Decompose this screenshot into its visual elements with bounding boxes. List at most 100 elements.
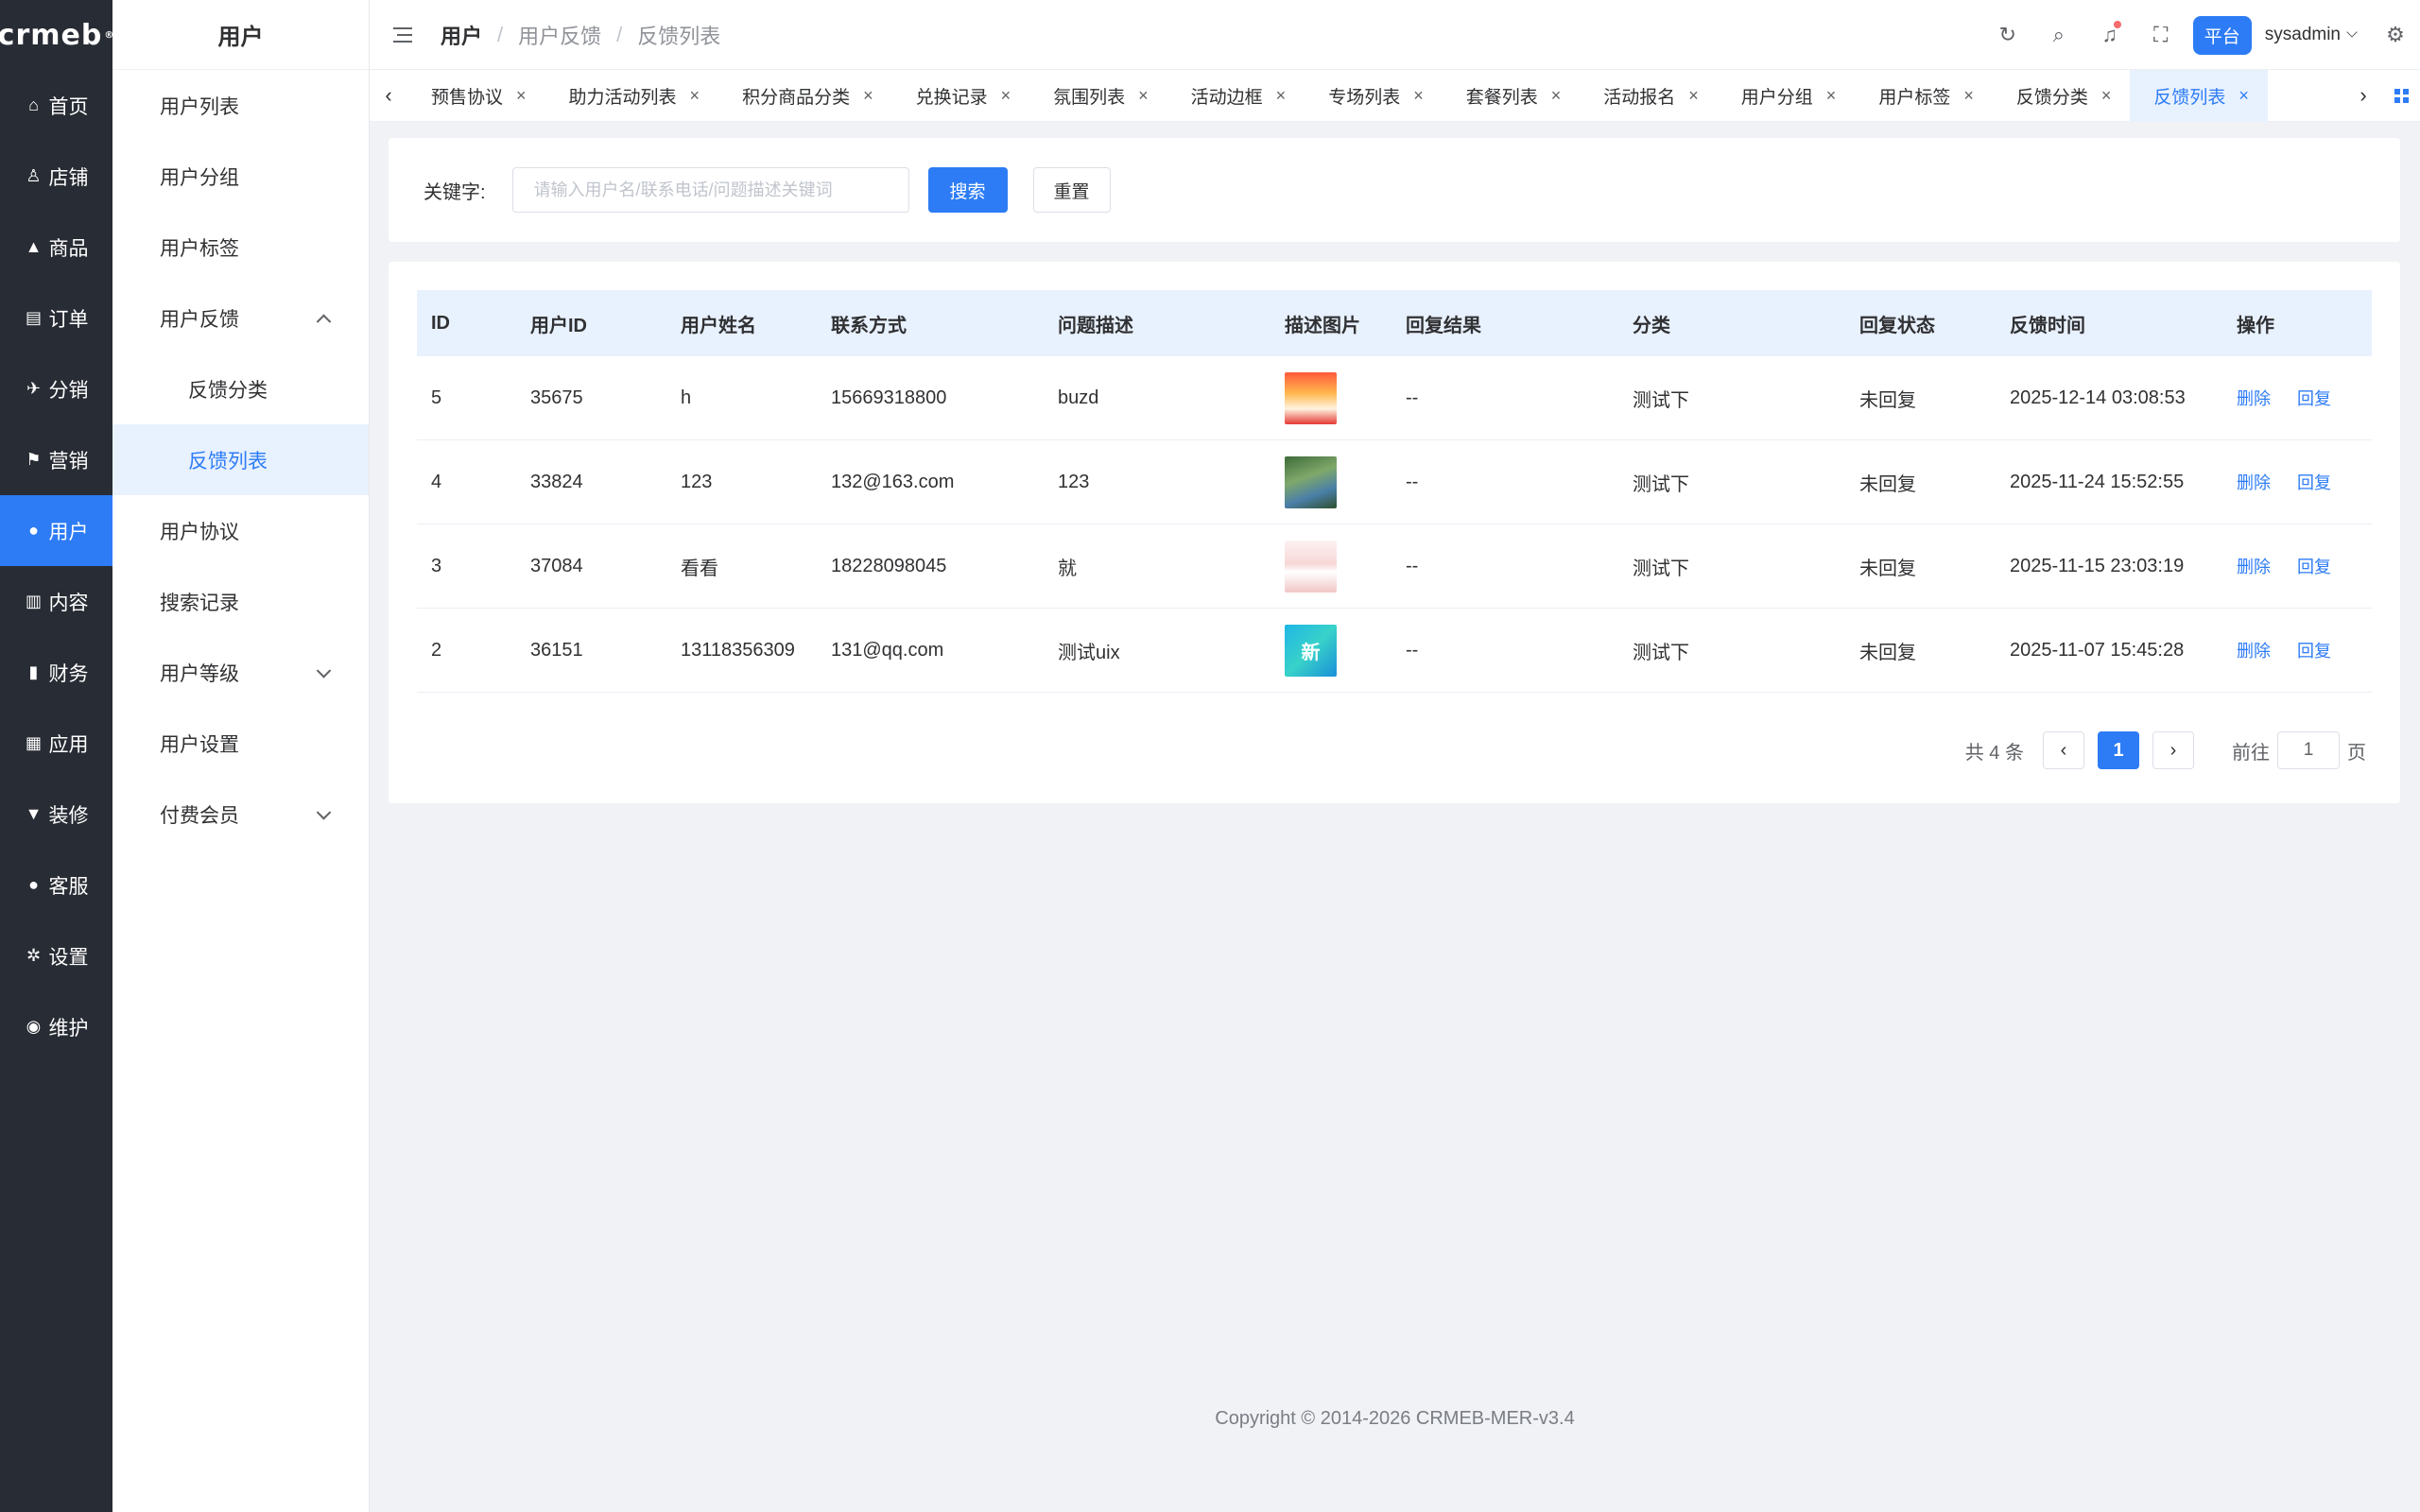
feedback-table-card: ID 用户ID 用户姓名 联系方式 问题描述 描述图片 回复结果 分类 回复状态 反馈时间 操作 5… [389,262,2400,803]
tab-item[interactable]: 兑换记录 × [892,70,1030,122]
close-icon[interactable]: × [1551,86,1562,106]
cell-desc: buzd [1058,387,1099,408]
rail-item-13[interactable]: ◉ 维护 [0,991,112,1062]
rail-item-11[interactable]: ● 客服 [0,850,112,920]
cell-time: 2025-11-24 15:52:55 [2010,471,2185,492]
delete-link[interactable]: 删除 [2237,558,2271,576]
tab-item[interactable]: 助力活动列表 × [545,70,719,122]
reset-button[interactable]: 重置 [1032,167,1111,213]
table-row: 4 33824 123 132@163.com 123 -- 测试下 未回复 2025-11-2… [417,440,2372,524]
column-header: 分类 [1633,315,1670,336]
breadcrumb-item[interactable]: 用户反馈 [518,20,601,50]
submenu-item-user-tags[interactable]: 用户标签 [112,212,369,283]
next-page-button[interactable]: › [2152,731,2194,769]
rail-item-7[interactable]: ▥ 内容 [0,566,112,637]
reply-link[interactable]: 回复 [2297,558,2331,576]
close-icon[interactable]: × [516,86,527,106]
rail-item-6[interactable]: ● 用户 [0,495,112,566]
tab-item[interactable]: 反馈列表 × [2130,69,2268,122]
close-icon[interactable]: × [2238,86,2249,106]
reply-link[interactable]: 回复 [2297,642,2331,661]
submenu-item-user-feedback[interactable]: 用户反馈 [112,283,369,353]
tabs-scroll-left-icon[interactable]: ‹ [370,83,407,108]
close-icon[interactable]: × [863,86,873,106]
cell-time: 2025-11-15 23:03:19 [2010,555,2185,576]
reply-link[interactable]: 回复 [2297,389,2331,408]
submenu-item-user-agreement[interactable]: 用户协议 [112,495,369,566]
close-icon[interactable]: × [1826,86,1837,106]
cell-uid: 33824 [530,471,583,492]
submenu-item-feedback-list[interactable]: 反馈列表 [112,424,369,495]
delete-link[interactable]: 删除 [2237,473,2271,492]
rail-item-2[interactable]: ▲ 商品 [0,212,112,283]
tab-item[interactable]: 套餐列表 × [1443,70,1581,122]
keyword-input[interactable] [511,167,909,213]
cell-uid: 36151 [530,639,583,661]
reply-link[interactable]: 回复 [2297,473,2331,492]
refresh-icon[interactable]: ↻ [1996,23,2019,47]
delete-link[interactable]: 删除 [2237,642,2271,661]
gear-icon[interactable]: ⚙ [2384,23,2407,47]
bell-icon[interactable]: ♫ [2099,21,2121,47]
tabs-scroll-right-icon[interactable]: › [2344,83,2382,108]
rail-item-5[interactable]: ⚑ 营销 [0,424,112,495]
cell-contact: 131@qq.com [831,639,944,661]
tab-item[interactable]: 反馈分类 × [1993,70,2131,122]
column-header: 问题描述 [1058,315,1133,336]
close-icon[interactable]: × [1963,86,1974,106]
fullscreen-icon[interactable]: ⛶ [2150,23,2172,47]
breadcrumb-item[interactable]: 用户 [441,20,482,50]
cell-uid: 35675 [530,387,583,408]
rail-item-4[interactable]: ✈ 分销 [0,353,112,424]
close-icon[interactable]: × [1688,86,1699,106]
crmeb-logo[interactable]: crmeb ® [0,0,113,70]
close-icon[interactable]: × [1413,86,1424,106]
tab-item[interactable]: 氛围列表 × [1029,70,1167,122]
close-icon[interactable]: × [690,86,700,106]
submenu-item-user-settings[interactable]: 用户设置 [112,708,369,779]
close-icon[interactable]: × [1138,86,1149,106]
submenu-item-user-list[interactable]: 用户列表 [112,70,369,141]
menu-toggle-icon[interactable] [393,26,412,43]
delete-link[interactable]: 删除 [2237,389,2271,408]
tab-item[interactable]: 活动边框 × [1167,70,1305,122]
feedback-image-thumbnail[interactable] [1285,455,1337,508]
cell-actions: 删除 回复 [2222,386,2372,410]
rail-item-10[interactable]: ▼ 装修 [0,779,112,850]
tab-item[interactable]: 用户分组 × [1718,70,1856,122]
rail-item-12[interactable]: ✲ 设置 [0,920,112,991]
feedback-image-thumbnail[interactable] [1285,371,1337,424]
submenu-item-user-level[interactable]: 用户等级 [112,637,369,708]
close-icon[interactable]: × [1276,86,1287,106]
grid-menu-icon[interactable] [2382,88,2420,103]
feedback-image-thumbnail[interactable]: 新 [1285,624,1337,677]
goto-page-input[interactable] [2277,731,2340,769]
cell-image [1270,540,1392,593]
submenu-item-feedback-category[interactable]: 反馈分类 [112,353,369,424]
cell-id: 3 [431,555,442,576]
close-icon[interactable]: × [1001,86,1011,106]
rail-item-1[interactable]: ♙ 店铺 [0,141,112,212]
rail-item-0[interactable]: ⌂ 首页 [0,70,112,141]
tab-item[interactable]: 积分商品分类 × [718,70,892,122]
tab-item[interactable]: 活动报名 × [1580,70,1718,122]
rail-item-9[interactable]: ▦ 应用 [0,708,112,779]
user-menu[interactable]: sysadmin [2265,25,2358,45]
tab-item[interactable]: 预售协议 × [407,70,545,122]
close-icon[interactable]: × [2101,86,2112,106]
cell-contact: 15669318800 [831,387,947,408]
submenu-item-search-records[interactable]: 搜索记录 [112,566,369,637]
rail-item-3[interactable]: ▤ 订单 [0,283,112,353]
tab-item[interactable]: 专场列表 × [1305,70,1443,122]
platform-button[interactable]: 平台 [2192,15,2252,55]
page-number-current[interactable]: 1 [2098,731,2139,769]
search-button[interactable]: 搜索 [927,167,1008,213]
submenu-item-paid-member[interactable]: 付费会员 [112,779,369,850]
cell-image [1270,371,1392,424]
feedback-image-thumbnail[interactable] [1285,540,1337,593]
search-icon[interactable]: ⌕ [2048,23,2070,47]
submenu-item-user-group[interactable]: 用户分组 [112,141,369,212]
prev-page-button[interactable]: ‹ [2043,731,2084,769]
rail-item-8[interactable]: ▮ 财务 [0,637,112,708]
tab-item[interactable]: 用户标签 × [1855,70,1993,122]
